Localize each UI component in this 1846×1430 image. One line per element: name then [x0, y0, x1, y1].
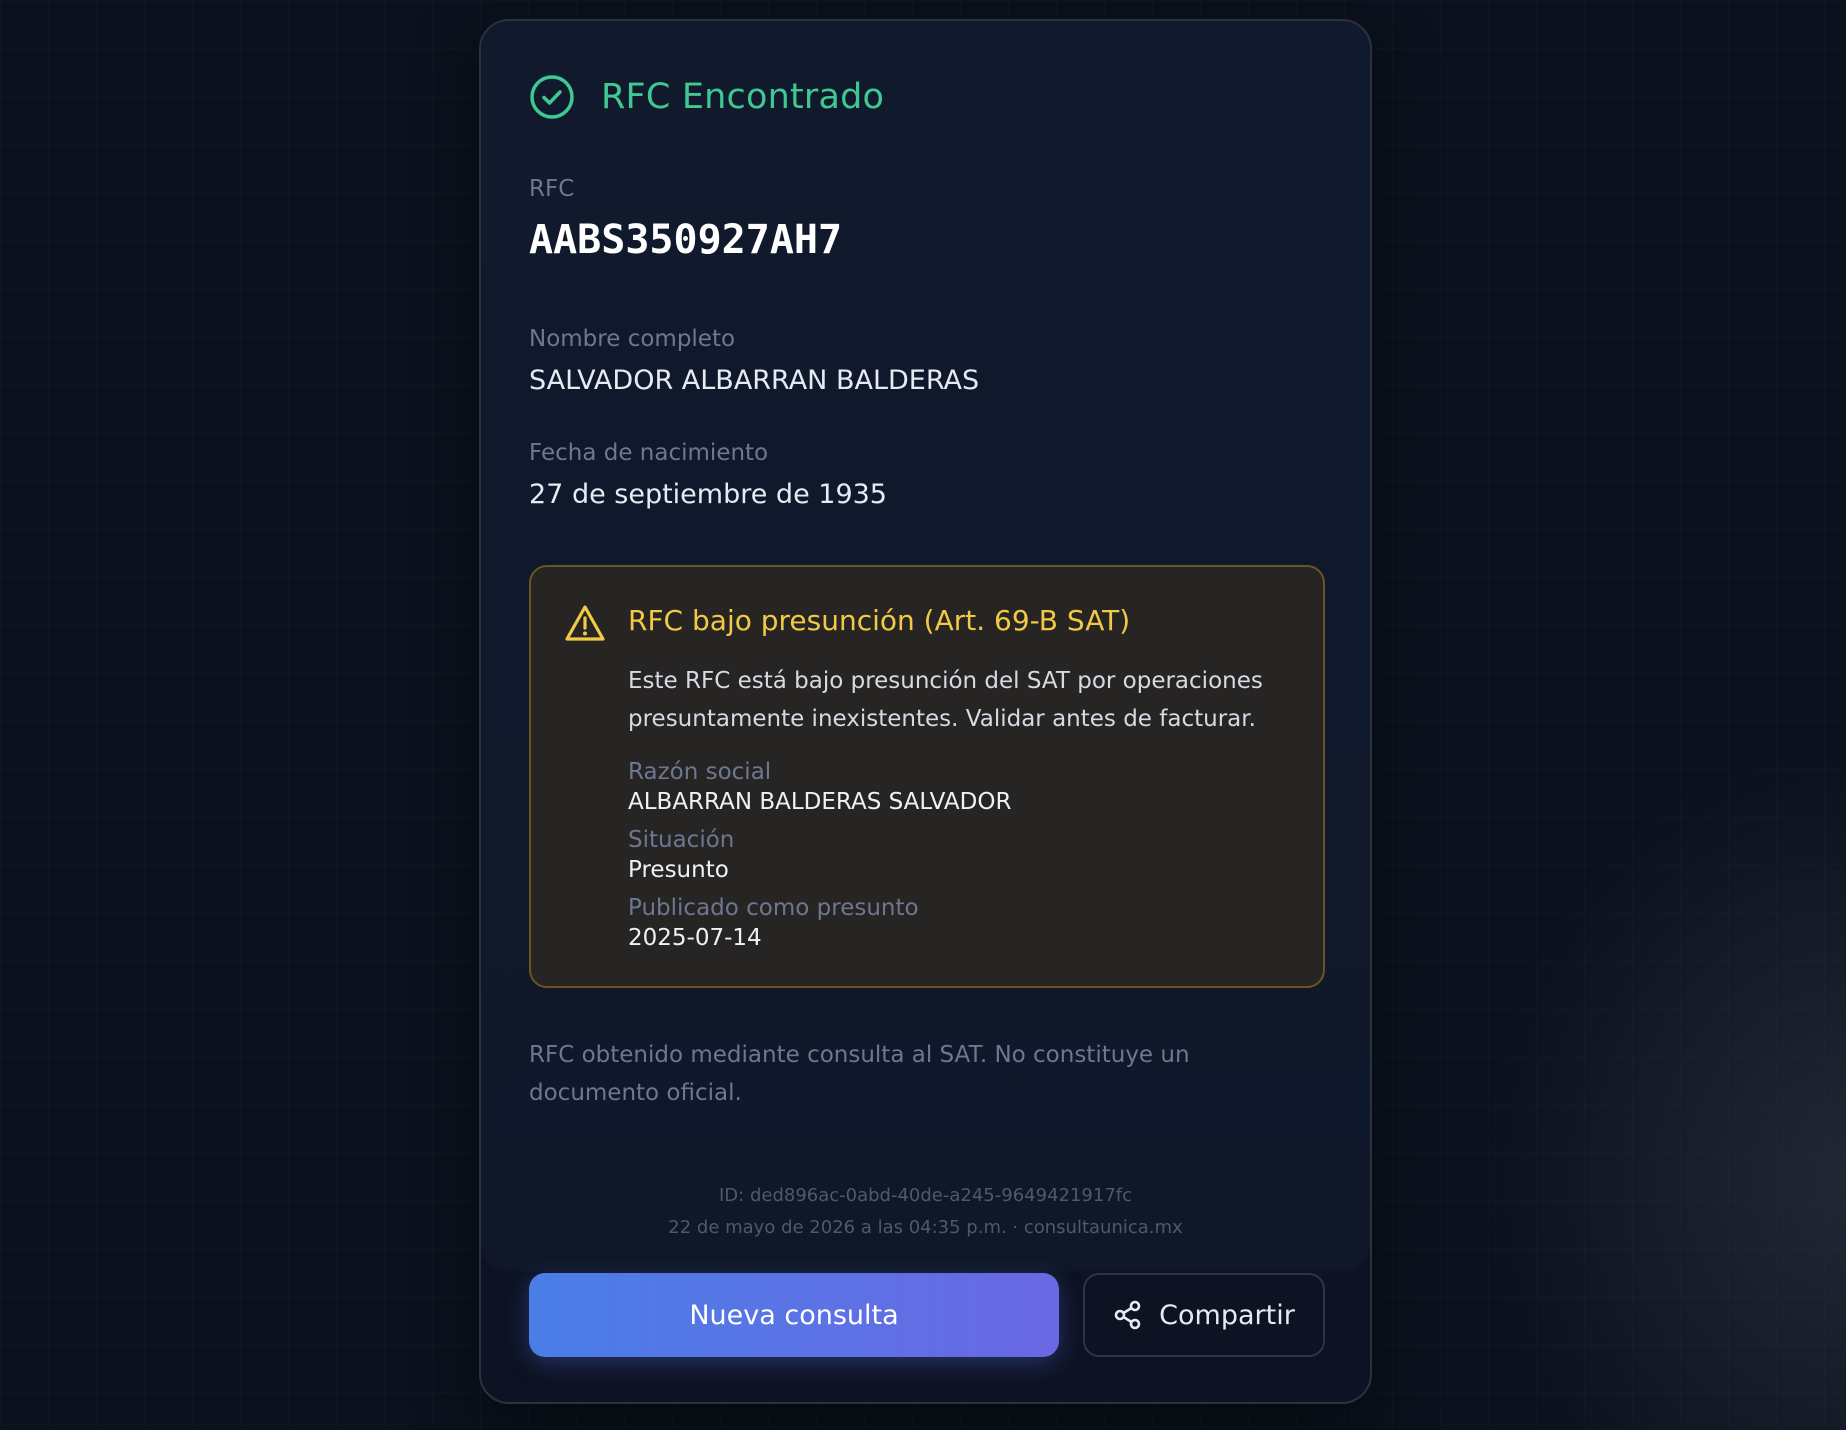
query-id: ID: ded896ac-0abd-40de-a245-9649421917fc	[718, 1185, 1133, 1206]
result-panel: RFC Encontrado RFC AABS350927AH7 Nombre …	[481, 21, 1370, 1271]
razon-social-value: ALBARRAN BALDERAS SALVADOR	[628, 789, 1012, 815]
birth-date-label: Fecha de nacimiento	[529, 440, 769, 466]
presumption-alert: RFC bajo presunción (Art. 69-B SAT) Este…	[529, 565, 1325, 988]
publicado-label: Publicado como presunto	[628, 895, 919, 921]
birth-date-value: 27 de septiembre de 1935	[529, 479, 887, 510]
warning-icon	[564, 604, 606, 642]
name-value: SALVADOR ALBARRAN BALDERAS	[529, 365, 980, 396]
name-label: Nombre completo	[529, 326, 736, 352]
disclaimer-text: RFC obtenido mediante consulta al SAT. N…	[529, 1042, 1190, 1106]
result-card: RFC Encontrado RFC AABS350927AH7 Nombre …	[479, 19, 1372, 1404]
publicado-value: 2025-07-14	[628, 925, 762, 951]
rfc-value: AABS350927AH7	[529, 217, 843, 263]
share-icon	[1113, 1300, 1143, 1330]
share-label: Compartir	[1159, 1299, 1295, 1331]
alert-description: Este RFC está bajo presunción del SAT po…	[628, 668, 1263, 732]
result-title: RFC Encontrado	[601, 77, 885, 117]
alert-title: RFC bajo presunción (Art. 69-B SAT)	[628, 604, 1131, 637]
rfc-label: RFC	[529, 176, 575, 202]
razon-social-label: Razón social	[628, 759, 772, 785]
new-query-label: Nueva consulta	[689, 1299, 899, 1331]
situacion-value: Presunto	[628, 857, 729, 883]
situacion-label: Situación	[628, 827, 735, 853]
query-timestamp: 22 de mayo de 2026 a las 04:35 p.m. · co…	[668, 1217, 1183, 1238]
check-circle-icon	[529, 74, 575, 120]
result-header: RFC Encontrado	[529, 74, 884, 120]
share-button[interactable]: Compartir	[1083, 1273, 1325, 1357]
new-query-button[interactable]: Nueva consulta	[529, 1273, 1059, 1357]
